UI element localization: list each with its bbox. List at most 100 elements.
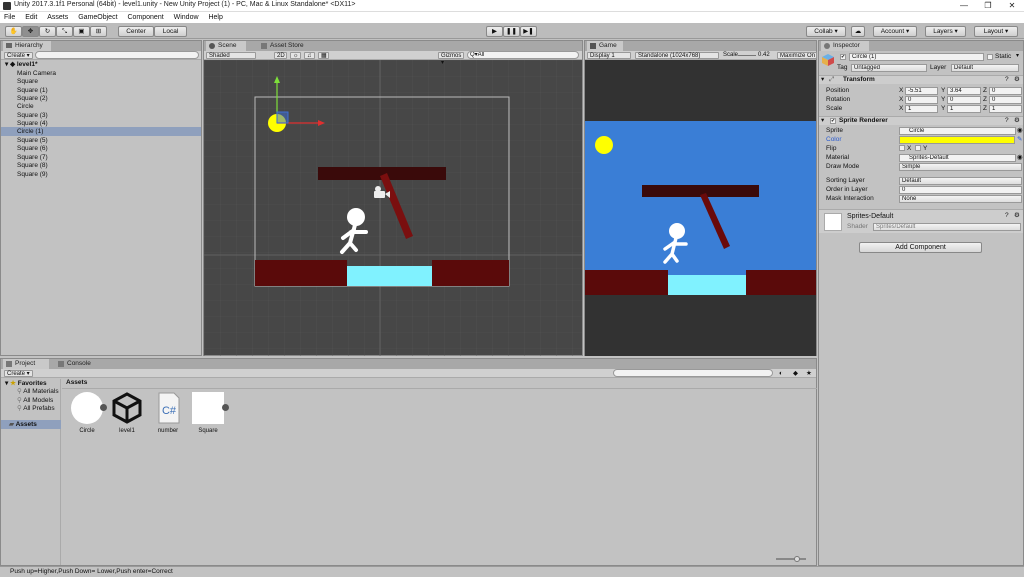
- slider-thumb[interactable]: [794, 556, 800, 562]
- maximize-button[interactable]: ❐: [976, 0, 1000, 12]
- pivot-center-toggle[interactable]: Center: [118, 26, 154, 37]
- static-dropdown-icon[interactable]: ▾: [1016, 52, 1019, 59]
- list-item[interactable]: Square (3): [17, 112, 48, 120]
- list-item[interactable]: Square: [17, 78, 38, 86]
- audio-icon[interactable]: ♫: [304, 52, 315, 59]
- component-gear-icon[interactable]: ⚙: [1014, 211, 1020, 220]
- list-item[interactable]: Square (5): [17, 137, 48, 145]
- tab-hierarchy[interactable]: Hierarchy: [3, 41, 51, 51]
- component-help-icon[interactable]: ?: [1005, 75, 1009, 84]
- layer-dropdown[interactable]: Default: [951, 64, 1019, 72]
- pause-button[interactable]: ❚❚: [503, 26, 520, 37]
- object-name-field[interactable]: Circle (1): [849, 53, 984, 61]
- list-item[interactable]: Square (1): [17, 87, 48, 95]
- sorting-layer-dropdown[interactable]: Default: [899, 177, 1022, 185]
- left-ground-sprite[interactable]: [255, 260, 347, 286]
- right-ground-sprite[interactable]: [432, 260, 509, 286]
- filter-type-icon[interactable]: ◐: [779, 369, 783, 378]
- object-picker-icon[interactable]: ◉: [1017, 153, 1023, 162]
- layout-dropdown[interactable]: Layout ▾: [974, 26, 1018, 37]
- eyedropper-icon[interactable]: ✎: [1017, 135, 1022, 144]
- filter-label-icon[interactable]: ◆: [793, 369, 798, 378]
- foldout-arrow-icon[interactable]: ▾: [821, 116, 824, 125]
- menu-gameobject[interactable]: GameObject: [74, 12, 121, 23]
- rotation-y-field[interactable]: 0: [947, 96, 981, 104]
- list-item-selected[interactable]: Circle (1): [17, 128, 43, 136]
- scale-x-field[interactable]: 1: [905, 105, 938, 113]
- object-picker-icon[interactable]: ◉: [1017, 126, 1023, 135]
- water-platform-sprite[interactable]: [347, 266, 432, 286]
- list-item[interactable]: Circle: [17, 103, 34, 111]
- favorite-star-icon[interactable]: ★: [806, 369, 812, 378]
- mode-2d-toggle[interactable]: 2D: [274, 52, 287, 59]
- asset-circle[interactable]: Circle: [69, 392, 108, 434]
- menu-edit[interactable]: Edit: [21, 12, 41, 23]
- transform-header[interactable]: ▾ ⤢ Transform ? ⚙: [819, 75, 1023, 84]
- position-y-field[interactable]: 3.64: [947, 87, 981, 95]
- step-button[interactable]: ▶❚: [520, 26, 537, 37]
- scene-canvas[interactable]: [204, 60, 582, 356]
- mask-interaction-dropdown[interactable]: None: [899, 195, 1022, 203]
- list-item[interactable]: Square (2): [17, 95, 48, 103]
- transform-tool-icon[interactable]: ⊞: [90, 26, 107, 37]
- draw-mode-dropdown[interactable]: Simple: [899, 163, 1022, 171]
- rotate-tool-icon[interactable]: ↻: [39, 26, 56, 37]
- gizmos-dropdown[interactable]: Gizmos ▾: [438, 52, 464, 66]
- tab-project[interactable]: Project: [3, 359, 49, 369]
- effects-icon[interactable]: ▦: [318, 52, 329, 59]
- fav-all-prefabs[interactable]: ⚲ All Prefabs: [17, 404, 55, 413]
- collab-dropdown[interactable]: Collab ▾: [806, 26, 846, 37]
- lighting-icon[interactable]: ☼: [290, 52, 301, 59]
- position-x-field[interactable]: -5.51: [905, 87, 938, 95]
- position-z-field[interactable]: 0: [989, 87, 1022, 95]
- component-gear-icon[interactable]: ⚙: [1014, 75, 1020, 84]
- assets-folder-selected[interactable]: ▰ Assets: [1, 420, 61, 429]
- component-help-icon[interactable]: ?: [1005, 116, 1009, 125]
- play-button[interactable]: ▶: [486, 26, 503, 37]
- close-button[interactable]: ✕: [1000, 0, 1024, 12]
- scale-slider[interactable]: [738, 55, 756, 56]
- asset-level1[interactable]: level1: [109, 392, 145, 434]
- add-component-button[interactable]: Add Component: [859, 242, 982, 253]
- resolution-dropdown[interactable]: Standalone (1024x768): [635, 52, 719, 59]
- project-create-button[interactable]: Create ▾: [4, 370, 33, 377]
- maximize-on-play-toggle[interactable]: Maximize On: [777, 52, 817, 59]
- asset-square[interactable]: Square: [190, 392, 226, 434]
- pivot-local-toggle[interactable]: Local: [154, 26, 187, 37]
- asset-number[interactable]: C# number: [150, 392, 186, 434]
- menu-window[interactable]: Window: [170, 12, 203, 23]
- tab-inspector[interactable]: Inspector: [821, 41, 869, 51]
- project-search-input[interactable]: [613, 369, 773, 377]
- sprite-renderer-header[interactable]: ▾ ✔ Sprite Renderer ? ⚙: [819, 116, 1023, 125]
- scale-z-field[interactable]: 1: [989, 105, 1022, 113]
- layers-dropdown[interactable]: Layers ▾: [925, 26, 966, 37]
- menu-help[interactable]: Help: [204, 12, 226, 23]
- display-dropdown[interactable]: Display 1: [587, 52, 631, 59]
- foldout-arrow-icon[interactable]: ▾: [821, 75, 824, 84]
- tab-console[interactable]: Console: [55, 359, 99, 369]
- list-item[interactable]: Square (8): [17, 162, 48, 170]
- minimize-button[interactable]: —: [952, 0, 976, 12]
- cloud-icon[interactable]: ☁: [851, 26, 865, 37]
- hierarchy-create-button[interactable]: Create ▾: [4, 52, 33, 59]
- flip-x-checkbox[interactable]: [899, 145, 905, 151]
- flip-y-checkbox[interactable]: [915, 145, 921, 151]
- menu-assets[interactable]: Assets: [43, 12, 72, 23]
- list-item[interactable]: Main Camera: [17, 70, 56, 78]
- tab-game[interactable]: Game: [587, 41, 623, 51]
- move-tool-icon[interactable]: ✥: [22, 26, 39, 37]
- sprite-object-field[interactable]: Circle: [899, 127, 1016, 135]
- menu-component[interactable]: Component: [123, 12, 167, 23]
- list-item[interactable]: Square (6): [17, 145, 48, 153]
- component-gear-icon[interactable]: ⚙: [1014, 116, 1020, 125]
- menu-file[interactable]: File: [0, 12, 19, 23]
- rotation-z-field[interactable]: 0: [989, 96, 1022, 104]
- tab-asset-store[interactable]: Asset Store: [258, 41, 310, 51]
- sprite-renderer-enabled-checkbox[interactable]: ✔: [830, 118, 836, 124]
- tag-dropdown[interactable]: Untagged: [851, 64, 927, 72]
- shading-mode-dropdown[interactable]: Shaded: [206, 52, 256, 59]
- rect-tool-icon[interactable]: ▣: [73, 26, 90, 37]
- order-in-layer-field[interactable]: 0: [899, 186, 1022, 194]
- hand-tool-icon[interactable]: ✋: [5, 26, 22, 37]
- material-object-field[interactable]: Sprites-Default: [899, 154, 1016, 162]
